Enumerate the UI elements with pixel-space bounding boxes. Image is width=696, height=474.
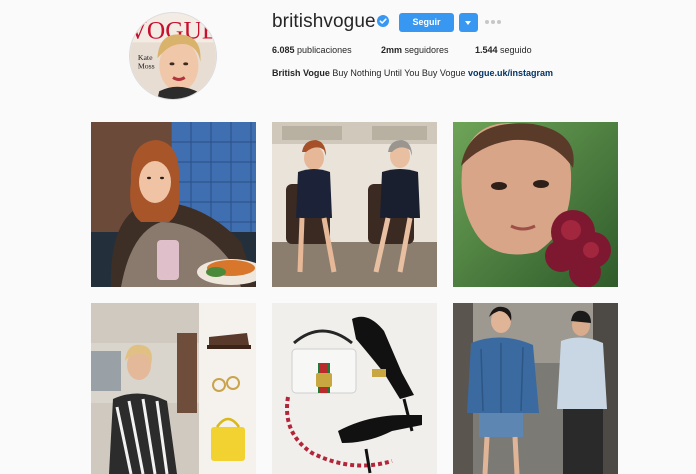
verified-badge-icon — [377, 15, 389, 27]
bio-link[interactable]: vogue.uk/instagram — [468, 68, 553, 78]
bio-text: Buy Nothing Until You Buy Vogue — [332, 68, 466, 78]
post-image-2 — [272, 122, 437, 287]
post-image-3 — [453, 122, 618, 287]
stat-posts-label: publicaciones — [297, 45, 352, 55]
chevron-down-icon — [465, 21, 471, 25]
bio-name: British Vogue — [272, 68, 330, 78]
stat-followers[interactable]: 2mm seguidores — [381, 45, 449, 55]
follow-button[interactable]: Seguir — [399, 13, 454, 32]
profile-bio: British Vogue Buy Nothing Until You Buy … — [272, 68, 553, 78]
post-image-6 — [453, 303, 618, 474]
stat-posts: 6.085 publicaciones — [272, 45, 352, 55]
avatar-cover-image: VOGUE Kate Moss — [130, 13, 216, 99]
post-thumbnail-5[interactable] — [272, 303, 437, 474]
post-thumbnail-1[interactable] — [91, 122, 256, 287]
post-image-1 — [91, 122, 256, 287]
more-options-icon[interactable] — [485, 20, 501, 25]
post-image-5 — [272, 303, 437, 474]
post-thumbnail-6[interactable] — [453, 303, 618, 474]
avatar-cover-name-2: Moss — [138, 62, 155, 71]
stat-following-count: 1.544 — [475, 45, 498, 55]
profile-username: britishvogue — [272, 11, 376, 32]
post-thumbnail-3[interactable] — [453, 122, 618, 287]
post-thumbnail-2[interactable] — [272, 122, 437, 287]
stat-posts-count: 6.085 — [272, 45, 295, 55]
follow-options-button[interactable] — [459, 13, 478, 32]
stat-followers-count: 2mm — [381, 45, 403, 55]
stat-following[interactable]: 1.544 seguido — [475, 45, 532, 55]
avatar-cover-name-1: Kate — [138, 53, 153, 62]
profile-page: VOGUE Kate Moss britishvogue Seguir 6.08… — [0, 0, 696, 474]
profile-avatar[interactable]: VOGUE Kate Moss — [129, 12, 217, 100]
stat-following-label: seguido — [500, 45, 532, 55]
stat-followers-label: seguidores — [404, 45, 449, 55]
post-image-4 — [91, 303, 256, 474]
post-thumbnail-4[interactable] — [91, 303, 256, 474]
